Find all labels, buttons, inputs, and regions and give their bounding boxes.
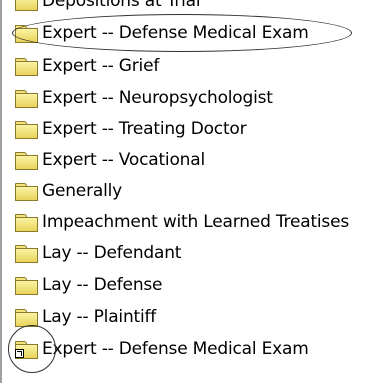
- tree-item-label: Expert -- Vocational: [42, 150, 205, 170]
- tree-item-label: Generally: [42, 181, 122, 201]
- folder-icon: [14, 276, 38, 295]
- tree-item-expert-treating-doctor[interactable]: Expert -- Treating Doctor: [14, 114, 247, 144]
- folder-icon: [14, 213, 38, 232]
- tree-item-expert-vocational[interactable]: Expert -- Vocational: [14, 145, 205, 175]
- folder-tree-view: Depositions at Trial Expert -- Defense M…: [0, 0, 378, 383]
- tree-item-expert-grief[interactable]: Expert -- Grief: [14, 51, 159, 81]
- folder-icon: [14, 24, 38, 43]
- tree-item-label: Expert -- Grief: [42, 56, 160, 76]
- tree-item-label: Lay -- Defense: [42, 275, 163, 295]
- tree-item-lay-defense[interactable]: Lay -- Defense: [14, 270, 163, 300]
- tree-item-label: Lay -- Defendant: [42, 243, 182, 263]
- folder-icon: [14, 0, 38, 11]
- tree-item-expert-neuropsychologist[interactable]: Expert -- Neuropsychologist: [14, 83, 273, 113]
- tree-item-lay-plaintiff[interactable]: Lay -- Plaintiff: [14, 302, 156, 332]
- tree-item-generally[interactable]: Generally: [14, 176, 122, 206]
- folder-icon: [14, 244, 38, 263]
- tree-item-lay-defendant[interactable]: Lay -- Defendant: [14, 238, 181, 268]
- folder-icon: [14, 89, 38, 108]
- tree-item-impeachment-with-learned-treatises[interactable]: Impeachment with Learned Treatises: [14, 207, 349, 237]
- folder-icon: [14, 120, 38, 139]
- shortcut-arrow-icon: [15, 349, 24, 358]
- folder-icon: [14, 57, 38, 76]
- folder-icon: [14, 151, 38, 170]
- tree-item-label: Depositions at Trial: [42, 0, 201, 11]
- tree-item-label: Expert -- Defense Medical Exam: [42, 23, 309, 43]
- tree-item-expert-defense-medical-exam[interactable]: Expert -- Defense Medical Exam: [14, 18, 309, 48]
- folder-shortcut-icon: [14, 340, 38, 359]
- tree-item-label: Expert -- Defense Medical Exam: [42, 339, 309, 359]
- tree-item-depositions-at-trial[interactable]: Depositions at Trial: [14, 0, 201, 16]
- tree-border: [0, 0, 2, 383]
- tree-item-label: Lay -- Plaintiff: [42, 307, 157, 327]
- folder-icon: [14, 182, 38, 201]
- tree-item-label: Impeachment with Learned Treatises: [42, 212, 350, 232]
- tree-item-label: Expert -- Neuropsychologist: [42, 88, 273, 108]
- tree-item-label: Expert -- Treating Doctor: [42, 119, 247, 139]
- tree-item-expert-defense-medical-exam-shortcut[interactable]: Expert -- Defense Medical Exam: [14, 334, 309, 364]
- folder-icon: [14, 308, 38, 327]
